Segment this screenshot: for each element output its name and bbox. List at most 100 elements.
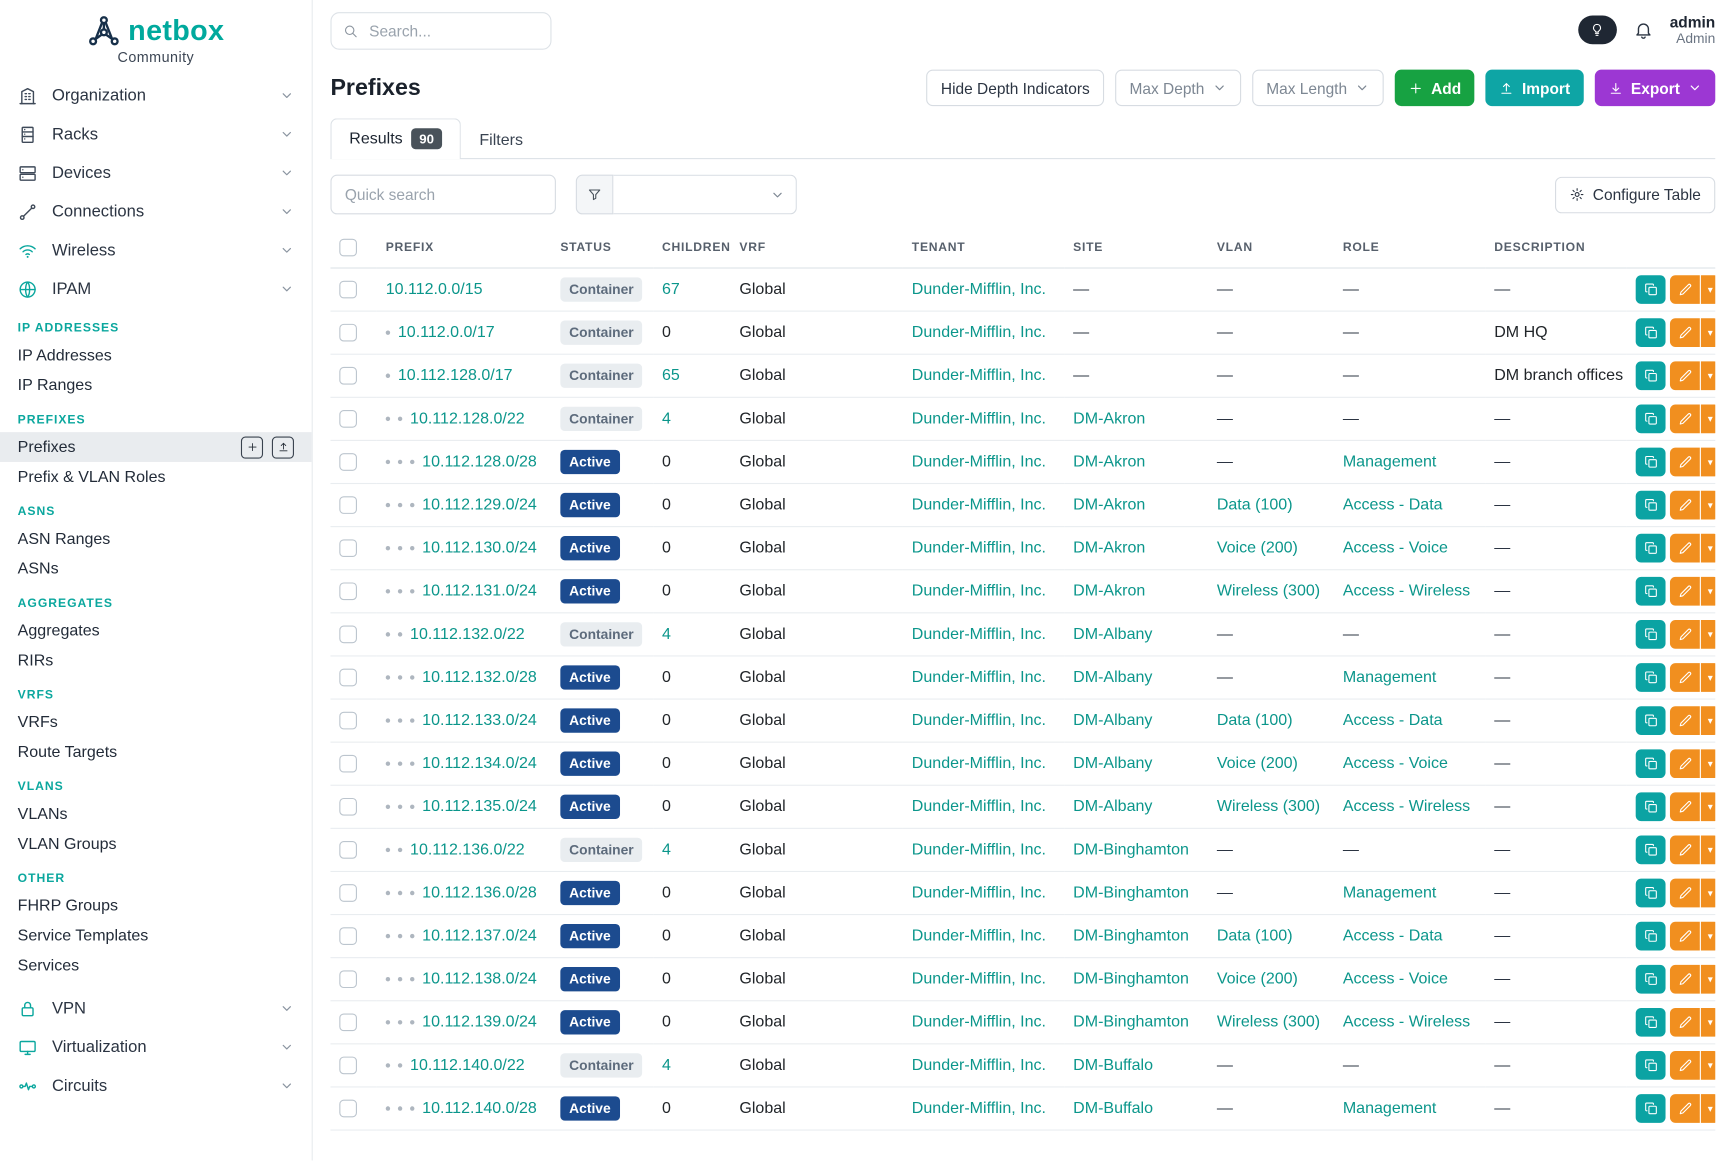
tenant-link[interactable]: Dunder-Mifflin, Inc. <box>912 539 1046 557</box>
edit-dropdown-button[interactable]: ▾ <box>1701 792 1715 821</box>
edit-button[interactable] <box>1670 1051 1700 1080</box>
row-checkbox[interactable] <box>339 970 357 988</box>
row-checkbox[interactable] <box>339 324 357 342</box>
prefix-link[interactable]: 10.112.134.0/24 <box>422 755 537 773</box>
tenant-link[interactable]: Dunder-Mifflin, Inc. <box>912 324 1046 342</box>
edit-dropdown-button[interactable]: ▾ <box>1701 491 1715 520</box>
copy-button[interactable] <box>1636 491 1666 520</box>
role-link[interactable]: Management <box>1343 1100 1437 1118</box>
tenant-link[interactable]: Dunder-Mifflin, Inc. <box>912 582 1046 600</box>
hide-depth-indicators-button[interactable]: Hide Depth Indicators <box>927 70 1105 106</box>
edit-dropdown-button[interactable]: ▾ <box>1701 534 1715 563</box>
prefix-link[interactable]: 10.112.133.0/24 <box>422 712 537 730</box>
prefix-link[interactable]: 10.112.136.0/28 <box>422 884 537 902</box>
edit-button[interactable] <box>1670 318 1700 347</box>
tenant-link[interactable]: Dunder-Mifflin, Inc. <box>912 798 1046 816</box>
tenant-link[interactable]: Dunder-Mifflin, Inc. <box>912 496 1046 514</box>
prefix-link[interactable]: 10.112.130.0/24 <box>422 539 537 557</box>
copy-button[interactable] <box>1636 318 1666 347</box>
role-link[interactable]: Management <box>1343 453 1437 471</box>
row-checkbox[interactable] <box>339 1100 357 1118</box>
copy-button[interactable] <box>1636 706 1666 735</box>
sidebar-item-route-targets[interactable]: Route Targets <box>0 737 312 767</box>
copy-button[interactable] <box>1636 620 1666 649</box>
tenant-link[interactable]: Dunder-Mifflin, Inc. <box>912 927 1046 945</box>
prefix-link[interactable]: 10.112.0.0/15 <box>386 281 483 299</box>
prefix-link[interactable]: 10.112.137.0/24 <box>422 927 537 945</box>
tenant-link[interactable]: Dunder-Mifflin, Inc. <box>912 410 1046 428</box>
tenant-link[interactable]: Dunder-Mifflin, Inc. <box>912 626 1046 644</box>
copy-button[interactable] <box>1636 361 1666 390</box>
copy-button[interactable] <box>1636 1008 1666 1037</box>
sidebar-group-connections[interactable]: Connections <box>0 192 312 231</box>
notifications-button[interactable] <box>1633 20 1653 40</box>
edit-button[interactable] <box>1670 1008 1700 1037</box>
edit-dropdown-button[interactable]: ▾ <box>1701 879 1715 908</box>
edit-dropdown-button[interactable]: ▾ <box>1701 706 1715 735</box>
row-checkbox[interactable] <box>339 496 357 514</box>
column-header-description[interactable]: DESCRIPTION <box>1485 228 1626 268</box>
tenant-link[interactable]: Dunder-Mifflin, Inc. <box>912 970 1046 988</box>
sidebar-item-fhrp-groups[interactable]: FHRP Groups <box>0 891 312 921</box>
sidebar-group-organization[interactable]: Organization <box>0 76 312 115</box>
brand[interactable]: netbox Community <box>0 13 312 76</box>
theme-toggle-button[interactable] <box>1578 16 1617 45</box>
edit-button[interactable] <box>1670 448 1700 477</box>
sidebar-item-rirs[interactable]: RIRs <box>0 645 312 675</box>
children-count-link[interactable]: 65 <box>662 367 680 385</box>
vlan-link[interactable]: Voice (200) <box>1217 755 1298 773</box>
column-header-vlan[interactable]: VLAN <box>1208 228 1334 268</box>
row-checkbox[interactable] <box>339 927 357 945</box>
edit-button[interactable] <box>1670 534 1700 563</box>
filter-button[interactable] <box>576 175 614 215</box>
site-link[interactable]: DM-Akron <box>1073 496 1145 514</box>
tenant-link[interactable]: Dunder-Mifflin, Inc. <box>912 1100 1046 1118</box>
row-checkbox[interactable] <box>339 281 357 299</box>
prefix-link[interactable]: 10.112.136.0/22 <box>410 841 525 859</box>
prefix-link[interactable]: 10.112.138.0/24 <box>422 970 537 988</box>
sidebar-item-ip-addresses[interactable]: IP Addresses <box>0 340 312 370</box>
max-depth-dropdown[interactable]: Max Depth <box>1115 70 1241 106</box>
tenant-link[interactable]: Dunder-Mifflin, Inc. <box>912 281 1046 299</box>
vlan-link[interactable]: Data (100) <box>1217 712 1293 730</box>
copy-button[interactable] <box>1636 836 1666 865</box>
tenant-link[interactable]: Dunder-Mifflin, Inc. <box>912 669 1046 687</box>
edit-dropdown-button[interactable]: ▾ <box>1701 1008 1715 1037</box>
global-search-input[interactable] <box>367 20 539 40</box>
column-header-children[interactable]: CHILDREN <box>653 228 730 268</box>
edit-button[interactable] <box>1670 620 1700 649</box>
sidebar-group-devices[interactable]: Devices <box>0 154 312 193</box>
tab-results[interactable]: Results 90 <box>330 118 460 159</box>
role-link[interactable]: Access - Data <box>1343 496 1443 514</box>
edit-dropdown-button[interactable]: ▾ <box>1701 749 1715 778</box>
prefix-link[interactable]: 10.112.135.0/24 <box>422 798 537 816</box>
edit-button[interactable] <box>1670 1094 1700 1123</box>
role-link[interactable]: Access - Voice <box>1343 755 1448 773</box>
edit-button[interactable] <box>1670 922 1700 951</box>
prefix-link[interactable]: 10.112.128.0/28 <box>422 453 537 471</box>
role-link[interactable]: Management <box>1343 669 1437 687</box>
column-header-tenant[interactable]: TENANT <box>903 228 1064 268</box>
children-count-link[interactable]: 67 <box>662 281 680 299</box>
copy-button[interactable] <box>1636 534 1666 563</box>
vlan-link[interactable]: Wireless (300) <box>1217 798 1320 816</box>
edit-dropdown-button[interactable]: ▾ <box>1701 663 1715 692</box>
role-link[interactable]: Management <box>1343 884 1437 902</box>
prefix-link[interactable]: 10.112.129.0/24 <box>422 496 537 514</box>
sidebar-group-ipam[interactable]: IPAM <box>0 270 312 309</box>
row-checkbox[interactable] <box>339 626 357 644</box>
edit-button[interactable] <box>1670 836 1700 865</box>
tenant-link[interactable]: Dunder-Mifflin, Inc. <box>912 367 1046 385</box>
tab-filters[interactable]: Filters <box>461 122 542 158</box>
site-link[interactable]: DM-Buffalo <box>1073 1100 1153 1118</box>
site-link[interactable]: DM-Albany <box>1073 755 1152 773</box>
quick-import-button[interactable] <box>272 436 294 458</box>
vlan-link[interactable]: Data (100) <box>1217 496 1293 514</box>
children-count-link[interactable]: 4 <box>662 626 671 644</box>
sidebar-item-vlan-groups[interactable]: VLAN Groups <box>0 829 312 859</box>
site-link[interactable]: DM-Binghamton <box>1073 841 1189 859</box>
site-link[interactable]: DM-Binghamton <box>1073 970 1189 988</box>
prefix-link[interactable]: 10.112.128.0/17 <box>398 367 513 385</box>
row-checkbox[interactable] <box>339 755 357 773</box>
tenant-link[interactable]: Dunder-Mifflin, Inc. <box>912 884 1046 902</box>
